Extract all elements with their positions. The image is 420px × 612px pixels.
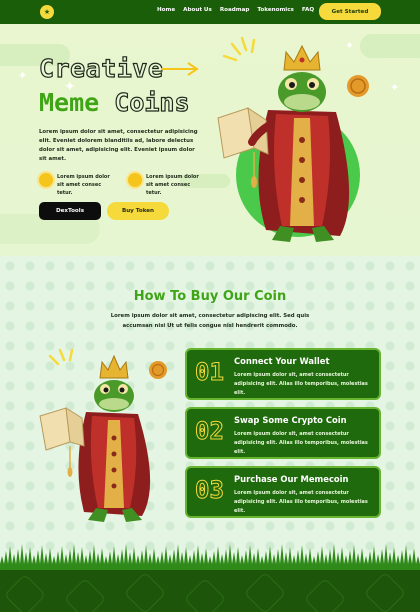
main-nav: Home About Us Roadmap Tokenomics FAQ [157, 7, 314, 14]
hex-pattern [243, 571, 287, 612]
frog-king-illustration [217, 36, 369, 242]
nav-roadmap[interactable]: Roadmap [220, 7, 250, 14]
dextools-button[interactable]: DexTools [39, 202, 101, 220]
gold-coin-icon [347, 75, 369, 97]
arrow-right-icon [161, 62, 199, 76]
hex-pattern [183, 577, 227, 612]
step-number: 02 [195, 417, 225, 445]
step-title: Swap Some Crypto Coin [234, 415, 347, 425]
hex-pattern [123, 571, 167, 612]
nav-about-us[interactable]: About Us [183, 7, 212, 14]
hero-description: Lorem ipsum dolor sit amet, consectetur … [39, 129, 198, 162]
sparkle-icon: ✦ [390, 81, 400, 94]
hero-title-line1: Creative [38, 54, 164, 83]
sun-icon [39, 173, 53, 187]
section-description: Lorem ipsum dolor sit amet, consectetur … [110, 313, 310, 329]
step-number: 01 [195, 358, 225, 386]
get-started-button[interactable]: Get Started [319, 3, 381, 20]
step-card: 03 Purchase Our Memecoin Lorem ipsum dol… [185, 466, 381, 518]
feature-text: Lorem ipsum dolor sit amet consec tetur. [57, 174, 110, 196]
step-number: 03 [195, 476, 225, 504]
sparkle-icon: ✦ [18, 69, 28, 82]
grass-border [0, 544, 420, 570]
site-header: ★ Home About Us Roadmap Tokenomics FAQ G… [0, 0, 420, 24]
coin-logo-icon[interactable]: ★ [40, 5, 54, 19]
step-title: Purchase Our Memecoin [234, 474, 349, 484]
hex-pattern [363, 571, 407, 612]
hero-section: ✦ ✦ ✦ ✦ Creative Meme Coins Lorem ipsum … [0, 24, 420, 256]
hero-title-line2: Meme Coins [39, 88, 190, 117]
step-card: 02 Swap Some Crypto Coin Lorem ipsum dol… [185, 407, 381, 459]
feature-item: Lorem ipsum dolor sit amet consec tetur. [39, 173, 115, 197]
logo-glyph: ★ [43, 7, 51, 16]
sun-icon [128, 173, 142, 187]
feature-text: Lorem ipsum dolor sit amet consec tetur. [146, 174, 199, 196]
hero-title-highlight: Meme [39, 88, 100, 117]
feature-item: Lorem ipsum dolor sit amet consec tetur. [128, 173, 204, 197]
buy-token-button[interactable]: Buy Token [107, 202, 169, 220]
step-description: Lorem ipsum dolor sit, amet consectetur … [234, 490, 368, 514]
how-to-buy-section: How To Buy Our Coin Lorem ipsum dolor si… [0, 256, 420, 556]
step-title: Connect Your Wallet [234, 356, 330, 366]
nav-faq[interactable]: FAQ [302, 7, 314, 14]
step-description: Lorem ipsum dolor sit, amet consectetur … [234, 431, 368, 455]
nav-tokenomics[interactable]: Tokenomics [257, 7, 294, 14]
hex-pattern [3, 573, 47, 612]
section-title: How To Buy Our Coin [133, 289, 287, 304]
nav-home[interactable]: Home [157, 7, 175, 14]
step-card: 01 Connect Your Wallet Lorem ipsum dolor… [185, 348, 381, 400]
footer [0, 566, 420, 612]
hero-title-outline: Coins [114, 88, 190, 117]
hex-pattern [63, 577, 107, 612]
step-description: Lorem ipsum dolor sit, amet consectetur … [234, 372, 368, 396]
hex-pattern [303, 577, 347, 612]
frog-king-illustration [39, 348, 167, 522]
gold-coin-icon [149, 361, 167, 379]
